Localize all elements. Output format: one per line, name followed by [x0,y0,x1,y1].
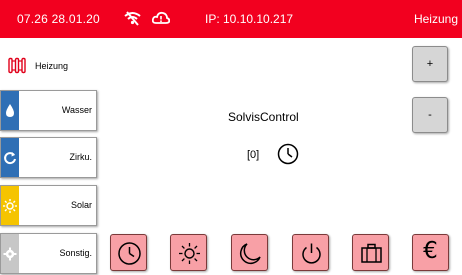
sidebar-item-label: Heizung [35,61,69,71]
sidebar-item-solar[interactable]: Solar [0,185,97,226]
vacation-mode-button[interactable] [352,234,389,271]
page-title: SolvisControl [228,110,299,124]
night-mode-button[interactable] [231,234,268,271]
sidebar-item-label: Wasser [61,105,92,115]
sidebar-item-heizung[interactable]: Heizung [0,47,97,87]
day-mode-button[interactable] [170,234,207,271]
status-bar: 07.26 28.01.20 IP: 10.10.10.217 Heizung [0,0,462,38]
power-icon [302,243,321,264]
sidebar-item-zirku[interactable]: Zirku. [0,137,97,178]
timer-mode-button[interactable] [110,234,147,271]
standby-mode-button[interactable] [292,234,329,271]
plus-button[interactable]: + [412,46,448,82]
clock-icon [277,143,299,165]
minus-button[interactable]: - [412,97,448,133]
wifi-off-icon [124,10,141,26]
clock-icon [118,242,141,265]
sidebar-item-label: Zirku. [69,152,93,162]
sidebar-item-label: Sonstig. [59,248,92,258]
water-drop-icon [1,91,19,130]
gear-icon [1,234,19,273]
moon-icon [240,243,261,264]
sidebar-item-wasser[interactable]: Wasser [0,90,97,131]
euro-icon: € [423,238,438,264]
sun-icon [179,243,200,264]
status-time: 07.26 28.01.20 [17,12,100,26]
status-mode: Heizung [413,12,458,26]
status-ip: IP: 10.10.10.217 [205,12,294,26]
euro-mode-button[interactable]: € [412,234,449,271]
circulation-icon [1,138,19,177]
sun-icon [1,186,19,225]
suitcase-icon [361,243,382,263]
counter-value: [0] [247,149,260,161]
cloud-alert-icon [151,10,171,26]
radiator-icon [8,57,26,74]
sidebar-item-sonstig[interactable]: Sonstig. [0,233,97,274]
sidebar-item-label: Solar [70,200,92,210]
